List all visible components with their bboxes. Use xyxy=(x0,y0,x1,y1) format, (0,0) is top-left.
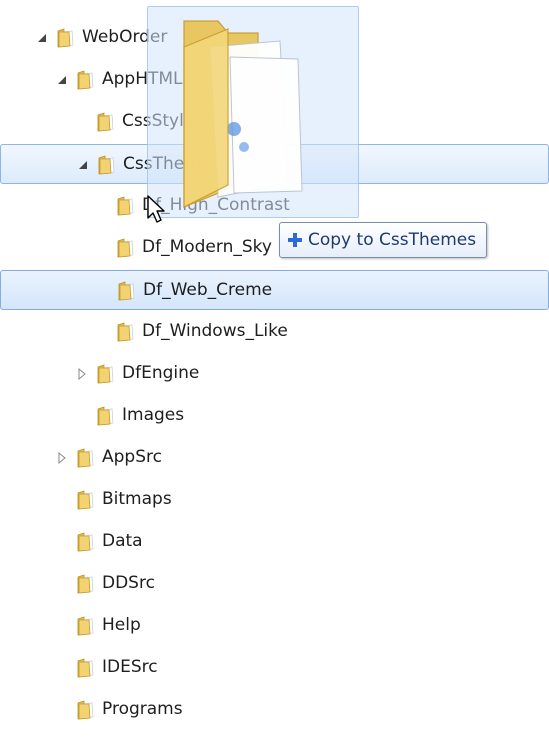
tree-item-label: Help xyxy=(102,615,141,635)
folder-icon xyxy=(116,320,138,342)
tree-item-label: IDESrc xyxy=(102,657,158,677)
tree-item-programs[interactable]: Programs xyxy=(0,690,549,730)
folder-icon xyxy=(76,488,98,510)
folder-icon xyxy=(76,698,98,720)
tree-item-label: DDSrc xyxy=(102,573,155,593)
drag-tooltip: Copy to CssThemes xyxy=(279,222,488,258)
tree-item-label: DfEngine xyxy=(122,363,200,383)
tree-item-label: Df_Modern_Sky xyxy=(142,237,272,257)
tree-item-weborder[interactable]: WebOrder xyxy=(0,18,549,58)
folder-icon xyxy=(76,614,98,636)
expanded-arrow-icon[interactable] xyxy=(77,159,89,171)
tree-item-label: Programs xyxy=(102,699,183,719)
folder-icon xyxy=(96,404,118,426)
folder-icon xyxy=(96,362,118,384)
folder-icon xyxy=(96,110,118,132)
folder-icon xyxy=(56,26,78,48)
folder-icon xyxy=(97,153,119,175)
tree-item-df-high-contrast[interactable]: Df_High_Contrast xyxy=(0,186,549,226)
collapsed-arrow-icon[interactable] xyxy=(76,368,88,380)
arrow-cursor-icon xyxy=(146,194,168,224)
plus-icon xyxy=(288,233,302,247)
tree-item-df-windows-like[interactable]: Df_Windows_Like xyxy=(0,312,549,352)
tree-item-help[interactable]: Help xyxy=(0,606,549,646)
collapsed-arrow-icon[interactable] xyxy=(56,452,68,464)
tooltip-text: Copy to CssThemes xyxy=(308,230,477,250)
expanded-arrow-icon[interactable] xyxy=(36,32,48,44)
tree-item-images[interactable]: Images xyxy=(0,396,549,436)
tree-item-label: Df_Windows_Like xyxy=(142,321,288,341)
folder-icon xyxy=(117,279,139,301)
tree-item-bitmaps[interactable]: Bitmaps xyxy=(0,480,549,520)
tree-item-cssthemes[interactable]: CssThemes xyxy=(0,144,549,184)
tree-item-df-web-creme[interactable]: Df_Web_Creme xyxy=(0,270,549,310)
folder-icon xyxy=(76,446,98,468)
folder-icon xyxy=(76,572,98,594)
tree-item-ddsrc[interactable]: DDSrc xyxy=(0,564,549,604)
tree-item-dfengine[interactable]: DfEngine xyxy=(0,354,549,394)
tree-item-label: Images xyxy=(122,405,185,425)
folder-icon xyxy=(76,656,98,678)
tree-item-label: Df_Web_Creme xyxy=(143,280,273,300)
tree-item-cssstyle[interactable]: CssStyle xyxy=(0,102,549,142)
folder-icon xyxy=(116,194,138,216)
folder-tree[interactable]: WebOrder AppHTML CssStyle CssThemes Df_High_… xyxy=(0,0,549,750)
tree-item-label: Bitmaps xyxy=(102,489,172,509)
tree-item-label: WebOrder xyxy=(82,27,168,47)
tree-item-idesrc[interactable]: IDESrc xyxy=(0,648,549,688)
tree-item-label: Data xyxy=(102,531,143,551)
folder-icon xyxy=(76,68,98,90)
folder-icon xyxy=(116,236,138,258)
folder-icon xyxy=(76,530,98,552)
tree-item-apphtml[interactable]: AppHTML xyxy=(0,60,549,100)
tree-item-appsrc[interactable]: AppSrc xyxy=(0,438,549,478)
tree-item-label: AppSrc xyxy=(102,447,162,467)
tree-item-data[interactable]: Data xyxy=(0,522,549,562)
tree-item-label: CssThemes xyxy=(123,154,221,174)
tree-item-label: CssStyle xyxy=(122,111,195,131)
expanded-arrow-icon[interactable] xyxy=(56,74,68,86)
tree-item-label: AppHTML xyxy=(102,69,183,89)
